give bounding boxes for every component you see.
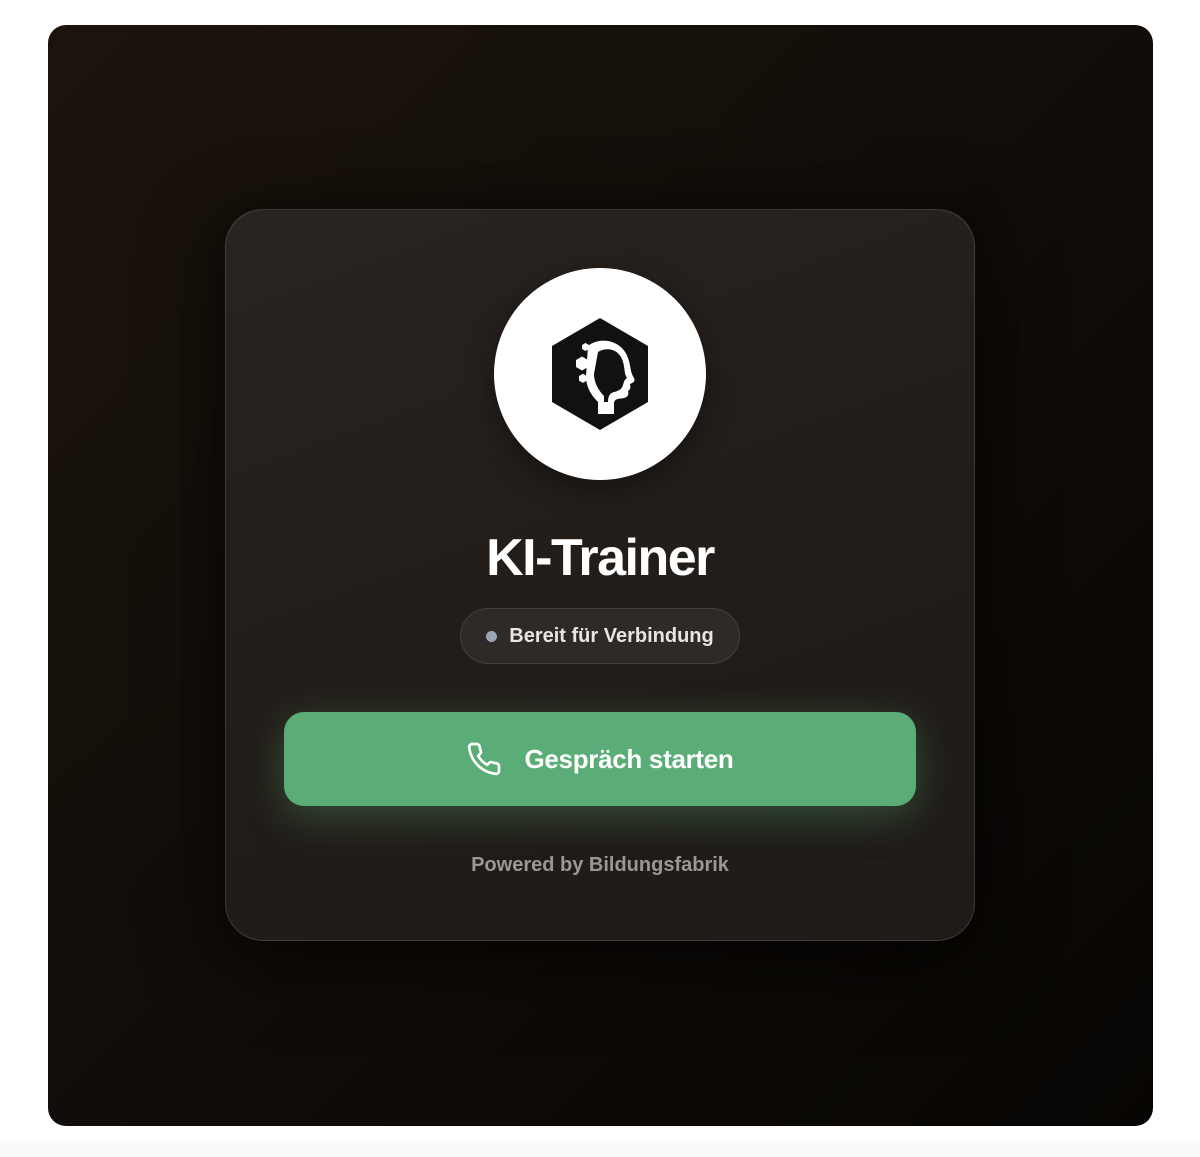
status-label: Bereit für Verbindung [509, 624, 714, 647]
widget-background: KI-Trainer Bereit für Verbindung Gespräc… [48, 25, 1153, 1126]
page-title: KI-Trainer [486, 529, 715, 587]
voice-agent-card: KI-Trainer Bereit für Verbindung Gespräc… [225, 209, 975, 941]
status-dot-icon [486, 630, 498, 642]
start-call-button[interactable]: Gespräch starten [284, 712, 916, 806]
powered-by-text: Powered by Bildungsfabrik [471, 854, 729, 876]
avatar [494, 268, 706, 480]
page-bottom-strip [0, 1140, 1200, 1157]
start-call-label: Gespräch starten [524, 743, 734, 774]
ai-head-hexagon-icon [552, 318, 648, 430]
status-badge: Bereit für Verbindung [460, 608, 740, 664]
phone-icon [468, 742, 501, 776]
